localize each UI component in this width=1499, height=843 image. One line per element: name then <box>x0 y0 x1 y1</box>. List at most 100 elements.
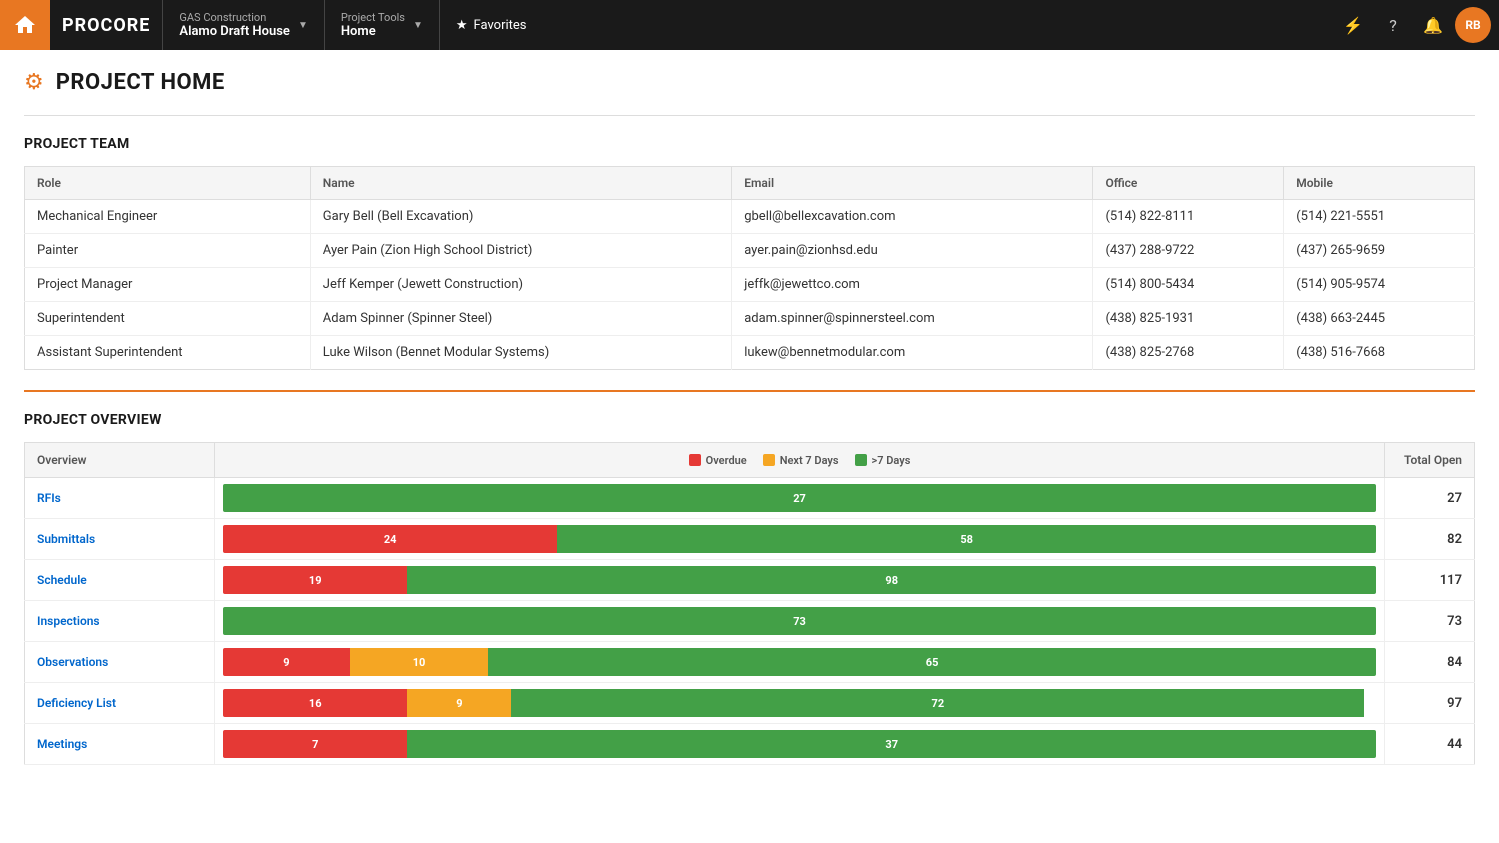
overview-row-name[interactable]: Submittals <box>25 519 215 560</box>
bar-container: 2458 <box>223 525 1376 553</box>
col-email: Email <box>732 167 1093 200</box>
company-main-label: Alamo Draft House <box>179 24 290 39</box>
cell-office: (514) 822-8111 <box>1093 200 1284 234</box>
overview-total-cell: 82 <box>1385 519 1475 560</box>
bar-gt7: 73 <box>223 607 1376 635</box>
bar-overdue: 7 <box>223 730 407 758</box>
plug-icon-button[interactable]: ⚡ <box>1335 7 1371 43</box>
overview-chart-cell: 91065 <box>215 642 1385 683</box>
cell-mobile: (438) 516-7668 <box>1284 336 1475 370</box>
cell-email: jeffk@jewettco.com <box>732 268 1093 302</box>
bar-container: 27 <box>223 484 1376 512</box>
company-dropdown-text: GAS Construction Alamo Draft House <box>179 11 290 39</box>
project-tools-dropdown-text: Project Tools Home <box>341 11 405 39</box>
company-sub-label: GAS Construction <box>179 11 290 24</box>
bar-next7: 10 <box>350 648 488 676</box>
bar-next7: 9 <box>407 689 511 717</box>
overview-row-name[interactable]: Schedule <box>25 560 215 601</box>
project-overview-section: PROJECT OVERVIEW Overview Overdue <box>24 412 1475 765</box>
table-row: Project Manager Jeff Kemper (Jewett Cons… <box>25 268 1475 302</box>
settings-icon: ⚙ <box>24 70 44 95</box>
project-overview-table: Overview Overdue Next 7 Days <box>24 442 1475 765</box>
legend-next7: Next 7 Days <box>763 454 839 467</box>
nav-icons-group: ⚡ ? 🔔 RB <box>1335 7 1499 43</box>
user-avatar[interactable]: RB <box>1455 7 1491 43</box>
overview-chart-cell: 27 <box>215 478 1385 519</box>
star-icon: ★ <box>456 18 468 33</box>
bar-container: 91065 <box>223 648 1376 676</box>
cell-email: lukew@bennetmodular.com <box>732 336 1093 370</box>
bar-overdue: 9 <box>223 648 350 676</box>
col-mobile: Mobile <box>1284 167 1475 200</box>
table-row: Superintendent Adam Spinner (Spinner Ste… <box>25 302 1475 336</box>
overview-total-cell: 27 <box>1385 478 1475 519</box>
favorites-label: Favorites <box>474 18 527 33</box>
bar-container: 737 <box>223 730 1376 758</box>
overview-total-cell: 44 <box>1385 724 1475 765</box>
bar-overdue: 16 <box>223 689 407 717</box>
col-total-header: Total Open <box>1385 443 1475 478</box>
cell-name: Gary Bell (Bell Excavation) <box>310 200 731 234</box>
overview-row-name[interactable]: Inspections <box>25 601 215 642</box>
gt7-legend-dot <box>855 454 867 466</box>
cell-email: gbell@bellexcavation.com <box>732 200 1093 234</box>
col-overview-header: Overview <box>25 443 215 478</box>
notifications-icon-button[interactable]: 🔔 <box>1415 7 1451 43</box>
bar-gt7: 58 <box>557 525 1376 553</box>
bar-container: 1998 <box>223 566 1376 594</box>
bar-gt7: 98 <box>407 566 1376 594</box>
list-item: Schedule 1998 117 <box>25 560 1475 601</box>
gt7-legend-label: >7 Days <box>872 454 911 467</box>
overview-chart-cell: 73 <box>215 601 1385 642</box>
project-team-table: Role Name Email Office Mobile Mechanical… <box>24 166 1475 370</box>
overview-row-name[interactable]: Deficiency List <box>25 683 215 724</box>
legend-gt7: >7 Days <box>855 454 911 467</box>
list-item: Inspections 73 73 <box>25 601 1475 642</box>
tools-main-label: Home <box>341 24 405 39</box>
legend-container: Overdue Next 7 Days >7 Days <box>227 454 1372 467</box>
top-navigation: PROCORE GAS Construction Alamo Draft Hou… <box>0 0 1499 50</box>
bar-container: 73 <box>223 607 1376 635</box>
overview-chart-cell: 1998 <box>215 560 1385 601</box>
bar-overdue: 19 <box>223 566 407 594</box>
table-row: Painter Ayer Pain (Zion High School Dist… <box>25 234 1475 268</box>
col-role: Role <box>25 167 311 200</box>
tools-chevron-icon: ▼ <box>413 20 423 31</box>
overview-total-cell: 97 <box>1385 683 1475 724</box>
procore-logo-text: PROCORE <box>62 15 150 36</box>
help-icon-button[interactable]: ? <box>1375 7 1411 43</box>
overdue-legend-label: Overdue <box>706 454 747 467</box>
cell-mobile: (437) 265-9659 <box>1284 234 1475 268</box>
overview-row-name[interactable]: Observations <box>25 642 215 683</box>
project-team-title: PROJECT TEAM <box>24 136 1475 152</box>
cell-office: (514) 800-5434 <box>1093 268 1284 302</box>
bar-gt7: 37 <box>407 730 1376 758</box>
project-tools-dropdown[interactable]: Project Tools Home ▼ <box>325 0 440 50</box>
cell-role: Superintendent <box>25 302 311 336</box>
cell-mobile: (438) 663-2445 <box>1284 302 1475 336</box>
bar-overdue: 24 <box>223 525 557 553</box>
overview-total-cell: 84 <box>1385 642 1475 683</box>
page-title-row: ⚙ PROJECT HOME <box>24 70 1475 95</box>
bar-gt7: 27 <box>223 484 1376 512</box>
procore-logo: PROCORE <box>50 0 163 50</box>
cell-office: (437) 288-9722 <box>1093 234 1284 268</box>
cell-email: adam.spinner@spinnersteel.com <box>732 302 1093 336</box>
overview-row-name[interactable]: RFIs <box>25 478 215 519</box>
favorites-button[interactable]: ★ Favorites <box>440 0 543 50</box>
main-content: ⚙ PROJECT HOME PROJECT TEAM Role Name Em… <box>0 50 1499 785</box>
overview-total-cell: 73 <box>1385 601 1475 642</box>
bar-container: 16972 <box>223 689 1376 717</box>
table-row: Assistant Superintendent Luke Wilson (Be… <box>25 336 1475 370</box>
overview-row-name[interactable]: Meetings <box>25 724 215 765</box>
home-button[interactable] <box>0 0 50 50</box>
table-row: Mechanical Engineer Gary Bell (Bell Exca… <box>25 200 1475 234</box>
team-table-body: Mechanical Engineer Gary Bell (Bell Exca… <box>25 200 1475 370</box>
section-orange-divider <box>24 390 1475 392</box>
project-team-section: PROJECT TEAM Role Name Email Office Mobi… <box>24 136 1475 370</box>
col-office: Office <box>1093 167 1284 200</box>
cell-mobile: (514) 221-5551 <box>1284 200 1475 234</box>
overview-header-row: Overview Overdue Next 7 Days <box>25 443 1475 478</box>
company-dropdown[interactable]: GAS Construction Alamo Draft House ▼ <box>163 0 324 50</box>
next7-legend-dot <box>763 454 775 466</box>
